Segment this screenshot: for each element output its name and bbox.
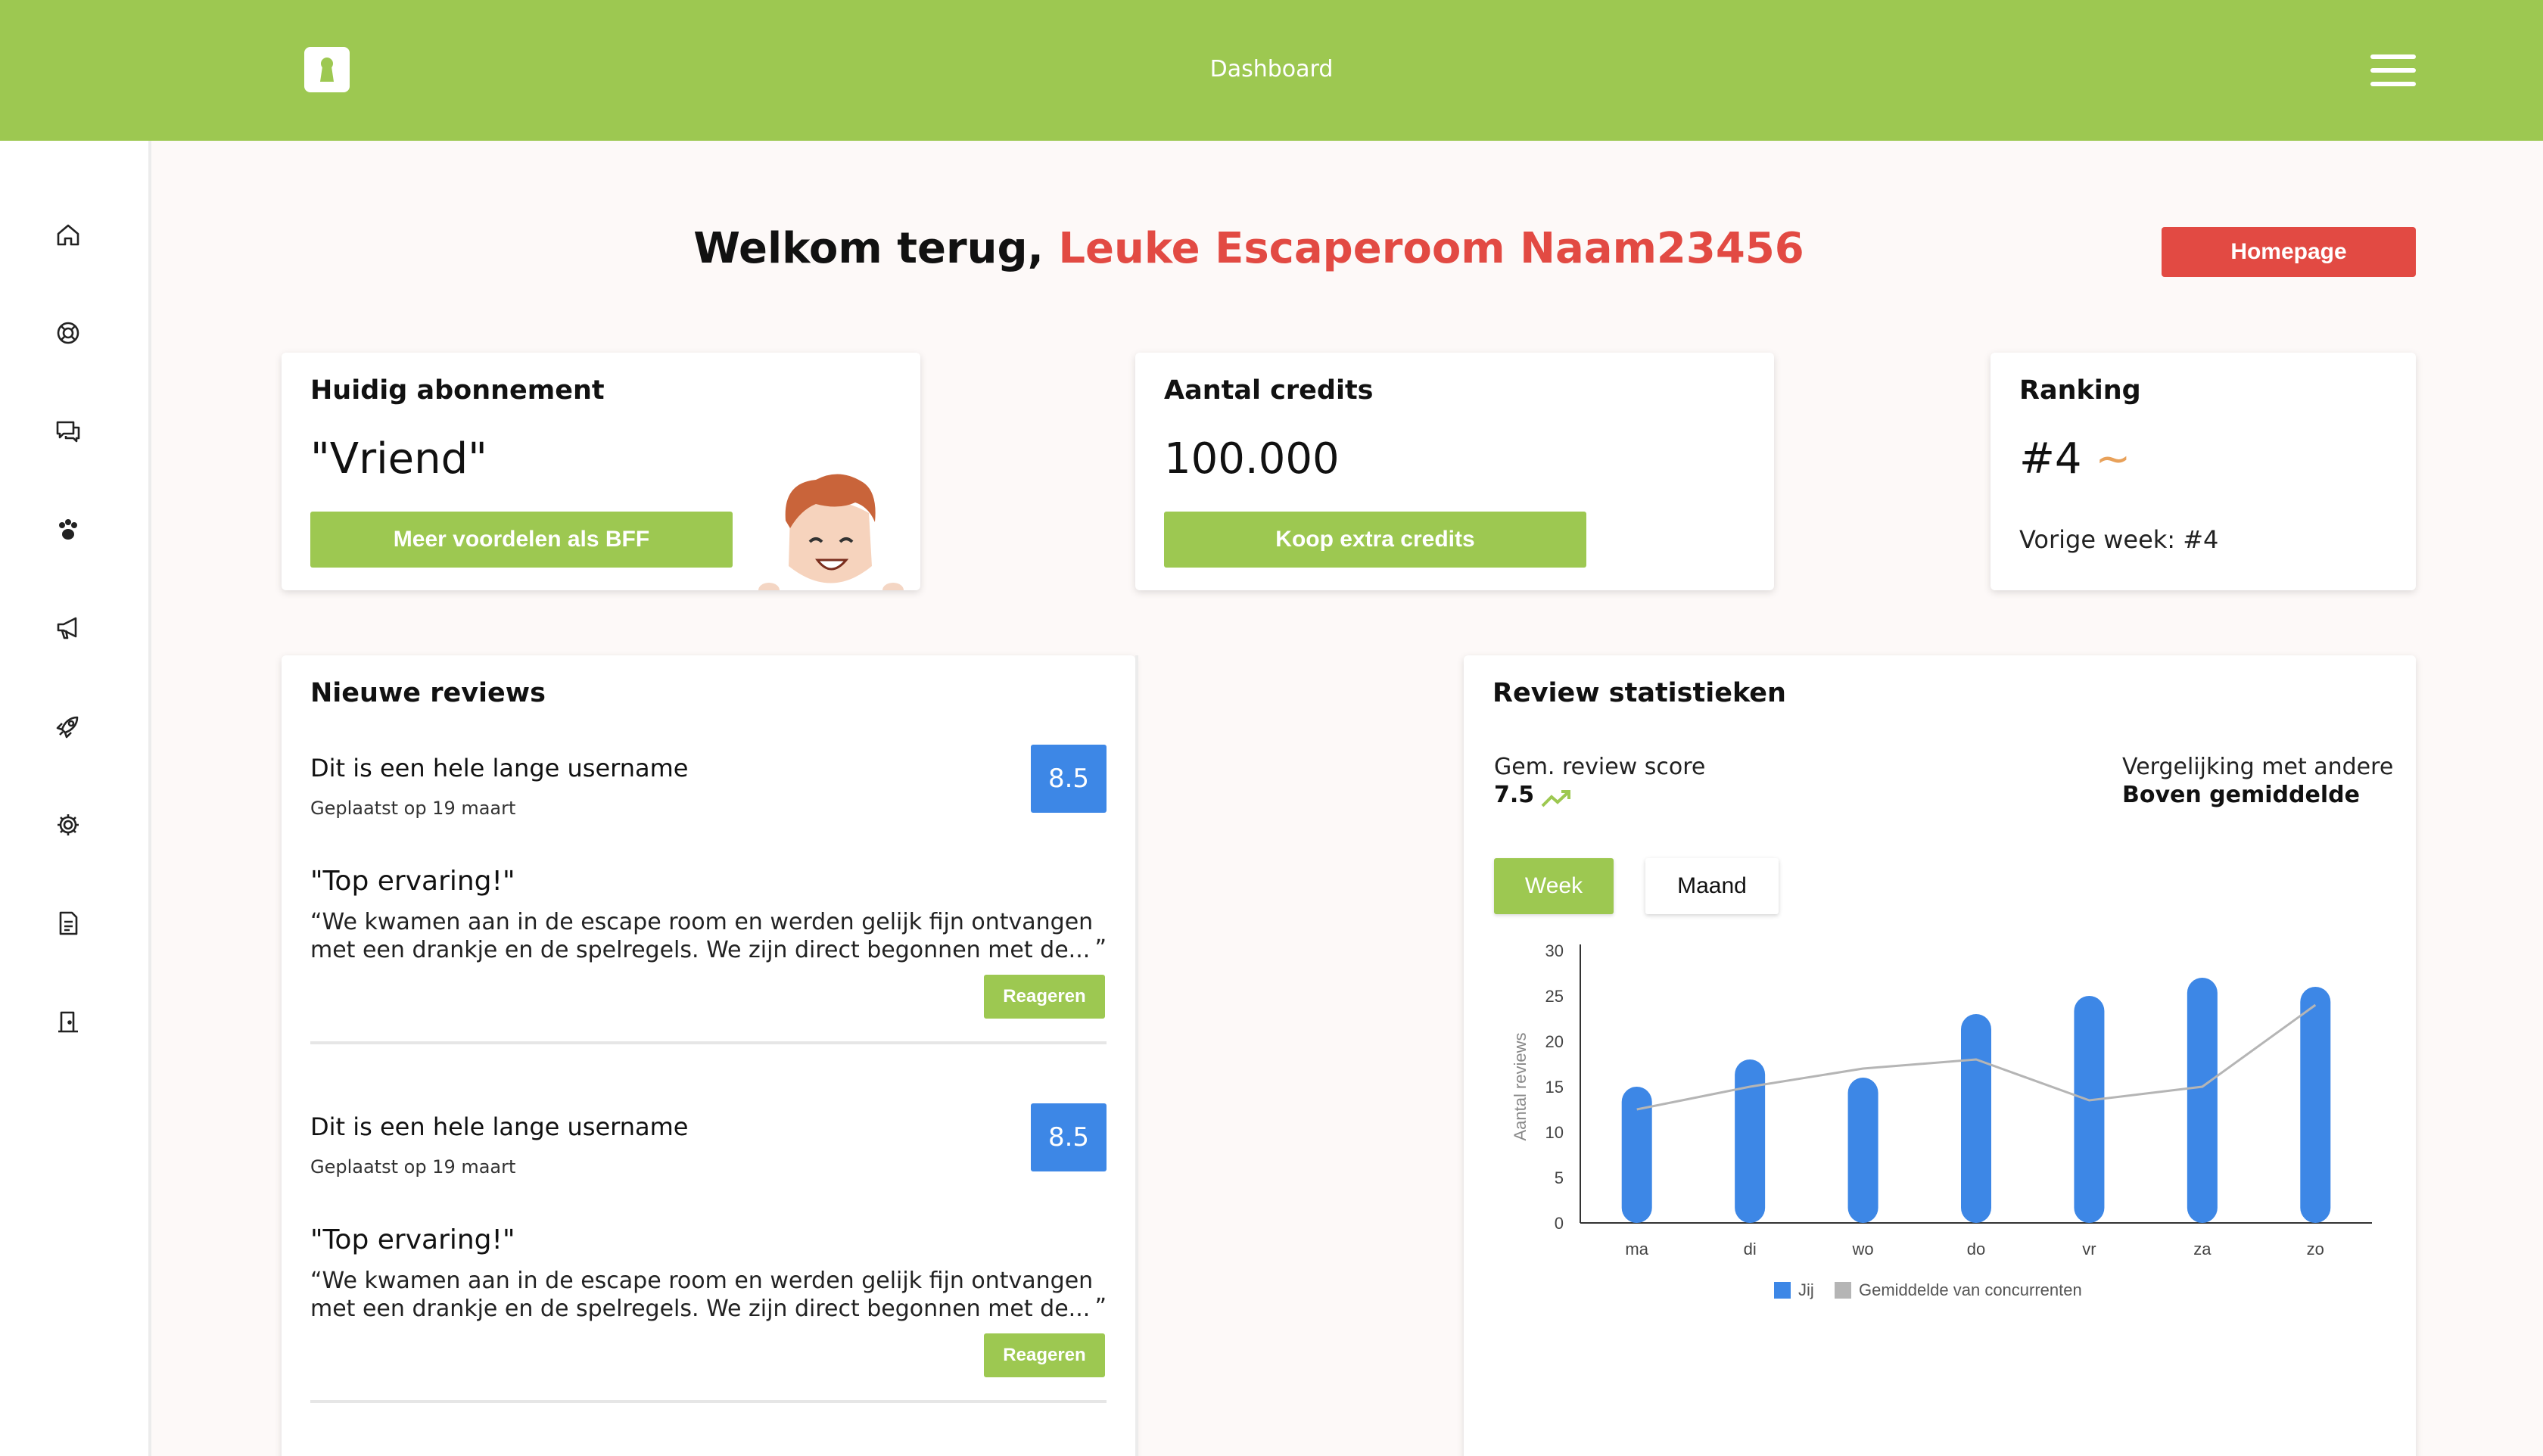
lifebuoy-icon[interactable] [53,318,83,348]
x-tick-label: ma [1625,1240,1648,1258]
review-bar-chart: 0 5 10 15 20 25 30 Aantal reviews ma di wo do vr za zo… [1511,943,2372,1299]
avg-score-value: 7.5 [1494,782,1535,808]
y-tick-label: 20 [1545,1032,1564,1051]
comparison-label: Vergelijking met andere [2122,754,2394,780]
y-axis-label: Aantal reviews [1511,1032,1530,1140]
welcome-prefix: Welkom terug, [693,224,1059,273]
bar-zo [2300,987,2331,1223]
mascot-illustration [758,474,904,590]
legend-label: Jij [1798,1280,1814,1299]
y-tick-label: 25 [1545,987,1564,1006]
legend-swatch [1835,1282,1851,1299]
column-divider [1135,655,1138,1456]
review-stats-card: Review statistieken Gem. review score 7.… [1464,655,2416,1456]
ranking-value-line: #4 ~ [2019,434,2131,484]
ranking-value: #4 [2019,434,2082,484]
legend-label: Gemiddelde van concurrenten [1859,1280,2082,1299]
reviews-card: Nieuwe reviews Dit is een hele lange use… [282,655,1135,1456]
x-tick-label: wo [1852,1240,1874,1258]
review-close-quote: ” [1094,1294,1107,1321]
ranking-title: Ranking [2019,375,2141,406]
x-tick-label: zo [2307,1240,2324,1258]
review-username: Dit is een hele lange username [310,1112,689,1141]
review-text: “We kwamen aan in de escape room en werd… [310,1268,1094,1322]
sidebar [0,141,151,1456]
logo[interactable] [304,47,350,92]
x-tick-label: do [1967,1240,1985,1258]
bar-wo [1847,1078,1878,1223]
review-divider [310,1041,1107,1044]
previous-ranking: Vorige week: #4 [2019,525,2219,554]
legend-swatch [1774,1282,1791,1299]
review-close-quote: ” [1094,935,1107,962]
ranking-card: Ranking #4 ~ Vorige week: #4 [1991,353,2416,590]
comparison-block: Vergelijking met andere Boven gemiddelde [2122,754,2393,808]
page-title: Dashboard [1209,56,1334,82]
buy-credits-button[interactable]: Koop extra credits [1164,512,1586,568]
bar-vr [2074,996,2105,1223]
door-icon[interactable] [53,1006,83,1037]
avg-score-label: Gem. review score [1494,754,1706,780]
y-tick-label: 5 [1555,1168,1564,1187]
home-icon[interactable] [53,219,83,250]
review-date: Geplaatst op 19 maart [310,1156,516,1178]
menu-icon[interactable] [2370,54,2416,86]
subscription-card: Huidig abonnement "Vriend" Meer voordele… [282,353,920,590]
welcome-heading: Welkom terug, Leuke Escaperoom Naam23456 [530,224,1968,273]
keyhole-icon [320,58,334,82]
rocket-icon[interactable] [53,711,83,742]
review-text-block: “We kwamen aan in de escape room en werd… [310,1267,1107,1323]
paw-icon[interactable] [53,515,83,545]
review-headline: "Top ervaring!" [310,866,515,897]
tab-month[interactable]: Maand [1645,858,1779,914]
review-divider [310,1400,1107,1403]
reviews-title: Nieuwe reviews [310,678,546,708]
room-name: Leuke Escaperoom Naam23456 [1058,224,1804,273]
subscription-value: "Vriend" [310,434,487,484]
subscription-title: Huidig abonnement [310,375,605,406]
y-tick-label: 30 [1545,943,1564,960]
y-tick-label: 0 [1555,1214,1564,1233]
review-username: Dit is een hele lange username [310,754,689,782]
bff-upgrade-button[interactable]: Meer voordelen als BFF [310,512,733,568]
credits-title: Aantal credits [1164,375,1374,406]
trend-neutral-icon: ~ [2095,434,2131,484]
avg-score-block: Gem. review score 7.5 [1494,754,1705,809]
review-headline: "Top ervaring!" [310,1224,515,1255]
y-tick-label: 10 [1545,1123,1564,1142]
x-tick-label: za [2193,1240,2212,1258]
trend-up-icon [1541,789,1570,807]
bar-za [2187,978,2218,1223]
stats-title: Review statistieken [1492,678,1786,708]
credits-card: Aantal credits 100.000 Koop extra credit… [1135,353,1774,590]
y-tick-label: 15 [1545,1078,1564,1097]
bar-do [1961,1014,1991,1223]
credits-value: 100.000 [1164,434,1340,484]
tab-week[interactable]: Week [1494,858,1614,914]
review-text: “We kwamen aan in de escape room en werd… [310,909,1094,963]
document-icon[interactable] [53,908,83,938]
review-score-badge: 8.5 [1031,745,1107,813]
homepage-button[interactable]: Homepage [2162,227,2416,277]
review-text-block: “We kwamen aan in de escape room en werd… [310,908,1107,964]
comparison-value: Boven gemiddelde [2122,782,2360,808]
chat-icon[interactable] [53,416,83,446]
gear-icon[interactable] [53,810,83,840]
review-score-badge: 8.5 [1031,1103,1107,1171]
x-tick-label: vr [2082,1240,2096,1258]
reply-button[interactable]: Reageren [984,1333,1105,1377]
review-date: Geplaatst op 19 maart [310,798,516,819]
megaphone-icon[interactable] [53,613,83,643]
top-bar: Dashboard [0,0,2543,141]
reply-button[interactable]: Reageren [984,975,1105,1019]
x-tick-label: di [1744,1240,1757,1258]
